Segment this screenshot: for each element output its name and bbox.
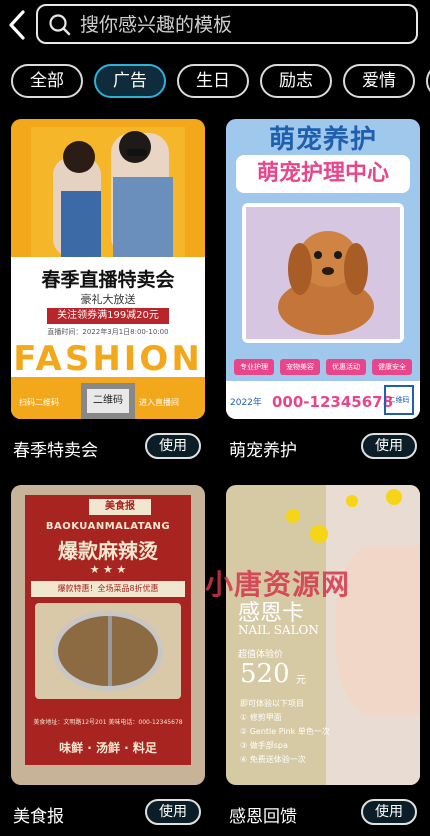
tag: 健康安全 bbox=[372, 359, 412, 375]
service-tags: 专业护理 宠物美容 优惠活动 健康安全 bbox=[234, 359, 412, 375]
poster-phone: 000-12345678 bbox=[272, 393, 394, 411]
flower-icon bbox=[310, 525, 328, 543]
qr-placeholder: 二维码 bbox=[81, 383, 135, 419]
poster-headline: 萌宠养护 bbox=[268, 125, 377, 155]
poster-price: 520 bbox=[240, 659, 290, 689]
template-title: 萌宠养护 bbox=[229, 441, 297, 461]
poster-panel: 美食报 BAOKUANMALATANG 爆款麻辣烫 ★ ★ ★ 爆款特惠！全场菜… bbox=[25, 495, 191, 765]
back-button[interactable] bbox=[4, 8, 30, 42]
top-bar bbox=[0, 0, 430, 50]
tag: 宠物美容 bbox=[280, 359, 320, 375]
tag: 优惠活动 bbox=[326, 359, 366, 375]
tab-ads[interactable]: 广告 bbox=[94, 64, 166, 98]
poster-latin: BAOKUANMALATANG bbox=[45, 521, 171, 532]
list-item: ③ 做手部spa bbox=[240, 741, 288, 750]
poster-badge: 美食报 bbox=[89, 499, 151, 515]
tab-all[interactable]: 全部 bbox=[11, 64, 83, 98]
use-button[interactable]: 使用 bbox=[145, 799, 201, 825]
tab-birthday[interactable]: 生日 bbox=[177, 64, 249, 98]
poster-scan-left: 扫码二维码 bbox=[19, 398, 59, 407]
poster-year: 2022年 bbox=[230, 398, 262, 408]
template-title: 美食报 bbox=[13, 807, 64, 827]
use-button[interactable]: 使用 bbox=[361, 799, 417, 825]
tab-love[interactable]: 爱情 bbox=[343, 64, 415, 98]
list-item: ④ 免费送体验一次 bbox=[240, 755, 306, 764]
use-button[interactable]: 使用 bbox=[145, 433, 201, 459]
template-thumbnail-food-news[interactable]: 美食报 BAOKUANMALATANG 爆款麻辣烫 ★ ★ ★ 爆款特惠！全场菜… bbox=[11, 485, 205, 785]
poster-panel: 春季直播特卖会 豪礼大放送 关注领券满199减20元 直播时间：2022年3月1… bbox=[11, 257, 205, 419]
search-box[interactable] bbox=[36, 4, 418, 44]
tag: 专业护理 bbox=[234, 359, 274, 375]
hotpot-photo bbox=[35, 603, 181, 699]
poster-headline: 春季直播特卖会 bbox=[41, 269, 175, 291]
poster-items: 即可体验以下项目 ① 修剪甲面 ② Gentle Pink 单色一次 ③ 做手部… bbox=[240, 697, 330, 767]
list-item: ① 修剪甲面 bbox=[240, 713, 282, 722]
poster-price-unit: 元 bbox=[296, 675, 306, 686]
chevron-left-icon bbox=[9, 10, 25, 40]
tab-more[interactable] bbox=[426, 64, 430, 98]
poster-footer: 2022年 000-12345678 二维码 bbox=[226, 381, 420, 419]
poster-slogan: 味鲜 · 汤鲜 · 料足 bbox=[59, 741, 157, 755]
poster-time: 直播时间：2022年3月1日8:00-10:00 bbox=[47, 328, 169, 336]
list-item: 即可体验以下项目 bbox=[240, 699, 304, 708]
template-thumbnail-pet-care[interactable]: 萌宠养护 萌宠护理中心 专业护理 宠物美容 优惠活动 健康安全 2022年 00… bbox=[226, 119, 420, 419]
poster-brand: FASHION bbox=[13, 339, 203, 379]
poster-promo: 爆款特惠！全场菜品8折优惠 bbox=[31, 581, 185, 597]
poster-subline: 萌宠护理中心 bbox=[236, 155, 410, 193]
list-item: ② Gentle Pink 单色一次 bbox=[240, 727, 330, 736]
model-photo bbox=[31, 127, 185, 257]
dog-photo bbox=[242, 203, 404, 343]
poster-coupon: 关注领券满199减20元 bbox=[47, 308, 169, 324]
poster-subline: NAIL SALON bbox=[238, 623, 319, 637]
template-thumbnail-spring-sale[interactable]: 春季直播特卖会 豪礼大放送 关注领券满199减20元 直播时间：2022年3月1… bbox=[11, 119, 205, 419]
search-icon bbox=[49, 14, 71, 36]
watermark: 小唐资源网 bbox=[205, 568, 351, 601]
template-title: 感恩回馈 bbox=[229, 807, 297, 827]
search-input[interactable] bbox=[80, 10, 400, 40]
flower-icon bbox=[346, 495, 358, 507]
flower-icon bbox=[386, 489, 402, 505]
poster-headline: 爆款麻辣烫 bbox=[58, 539, 158, 563]
qr-placeholder: 二维码 bbox=[384, 385, 414, 415]
poster-address: 美食地址：文明路12号201 美味电话：000-12345678 bbox=[33, 719, 183, 726]
tab-inspiration[interactable]: 励志 bbox=[260, 64, 332, 98]
category-tabs: 全部 广告 生日 励志 爱情 bbox=[11, 64, 430, 100]
use-button[interactable]: 使用 bbox=[361, 433, 417, 459]
poster-subline: 豪礼大放送 bbox=[80, 293, 136, 306]
poster-scan-right: 进入直播间 bbox=[139, 398, 179, 407]
poster-stars: ★ ★ ★ bbox=[89, 563, 127, 576]
template-thumbnail-thanksgiving[interactable]: 感恩卡 NAIL SALON 超值体验价 520 元 即可体验以下项目 ① 修剪… bbox=[226, 485, 420, 785]
template-title: 春季特卖会 bbox=[13, 441, 98, 461]
flower-icon bbox=[286, 509, 300, 523]
